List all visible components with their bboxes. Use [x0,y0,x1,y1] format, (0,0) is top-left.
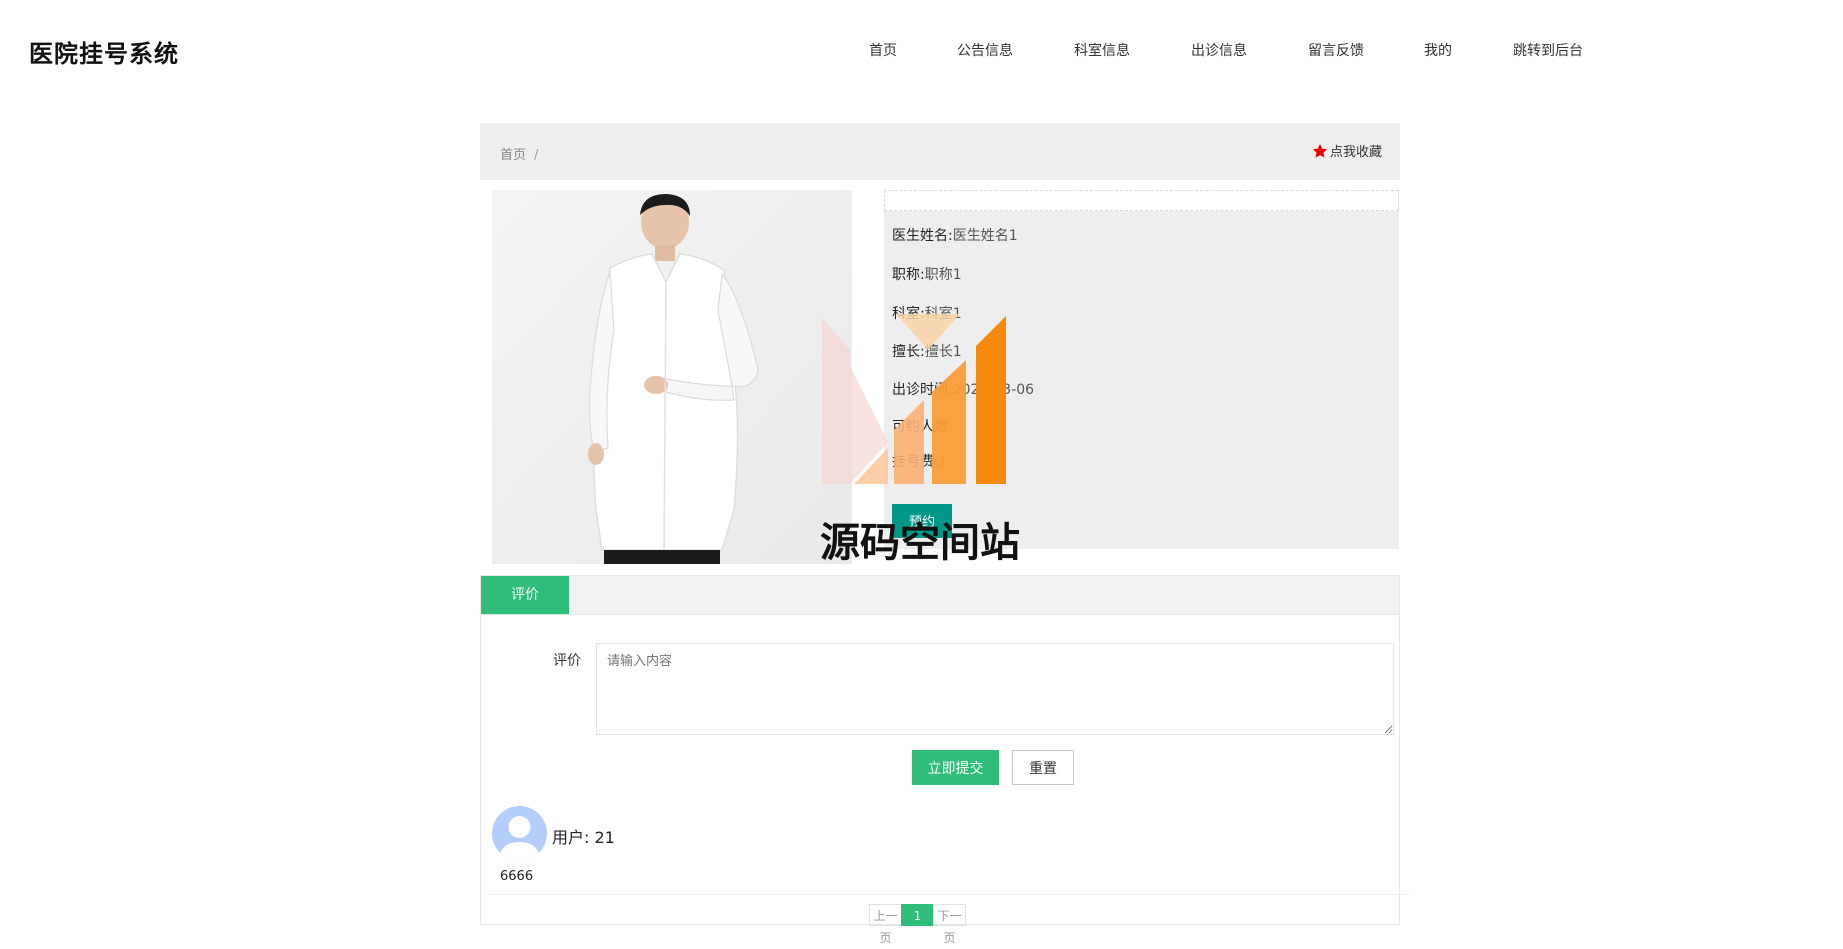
pagination: 上一页1 下一页 [869,904,966,945]
collect-button[interactable]: 点我收藏 [1312,141,1382,160]
info-header [884,190,1399,211]
doctor-title: 职称1 [924,267,962,283]
nav-announcements[interactable]: 公告信息 [957,40,1013,60]
nav-home[interactable]: 首页 [869,40,897,60]
book-button[interactable]: 预约 [892,504,952,538]
pager-prev[interactable]: 上一页 [869,904,902,945]
user-avatar-icon [492,806,547,861]
breadcrumb: 首页 / 点我收藏 [480,123,1400,180]
comment-divider [489,894,1409,895]
doctor-photo [492,190,852,564]
info-fee: 挂号费:1 [892,454,948,470]
doctor-department: 科室1 [924,306,962,322]
comment-user: 用户: 21 [552,828,615,847]
info-name: 医生姓名:医生姓名1 [892,228,1018,244]
doctor-fee: 1 [938,454,948,470]
tab-bar: 评价 [481,576,1399,615]
info-specialty: 擅长:擅长1 [892,344,962,360]
review-textarea[interactable] [596,643,1394,735]
page-header: 医院挂号系统 首页 公告信息 科室信息 出诊信息 留言反馈 我的 跳转到后台 [0,0,1843,100]
nav-schedules[interactable]: 出诊信息 [1191,40,1247,60]
doctor-schedule-time: 2023-03-06 [952,382,1035,398]
nav-admin[interactable]: 跳转到后台 [1513,40,1583,60]
pager-next[interactable]: 下一页 [933,904,966,945]
info-schedule-time: 出诊时间:2023-03-06 [892,382,1035,398]
nav-feedback[interactable]: 留言反馈 [1308,40,1364,60]
nav-mine[interactable]: 我的 [1424,40,1452,60]
review-tab-panel: 评价 评价 立即提交 重置 用户: 21 6666 上一页1下一页 [480,575,1409,945]
review-label: 评价 [553,653,581,669]
collect-label: 点我收藏 [1329,145,1382,160]
nav-departments[interactable]: 科室信息 [1074,40,1130,60]
info-title: 职称:职称1 [892,267,962,283]
main-nav: 首页 公告信息 科室信息 出诊信息 留言反馈 我的 跳转到后台 [0,40,1843,62]
submit-button[interactable]: 立即提交 [912,750,999,785]
info-department: 科室:科室1 [892,306,962,322]
reset-button[interactable]: 重置 [1012,750,1074,785]
breadcrumb-separator: / [534,148,539,163]
pager-current[interactable]: 1 [901,904,934,926]
doctor-specialty: 擅长1 [924,344,962,360]
doctor-name: 医生姓名1 [952,228,1018,244]
breadcrumb-home[interactable]: 首页 [500,148,526,163]
doctor-info-panel: 医生姓名:医生姓名1 职称:职称1 科室:科室1 擅长:擅长1 出诊时间:202… [884,211,1399,549]
tab-review[interactable]: 评价 [481,576,569,614]
comment-text: 6666 [500,869,534,884]
info-available-slots: 可约人数: [892,419,953,435]
star-icon [1312,144,1328,158]
